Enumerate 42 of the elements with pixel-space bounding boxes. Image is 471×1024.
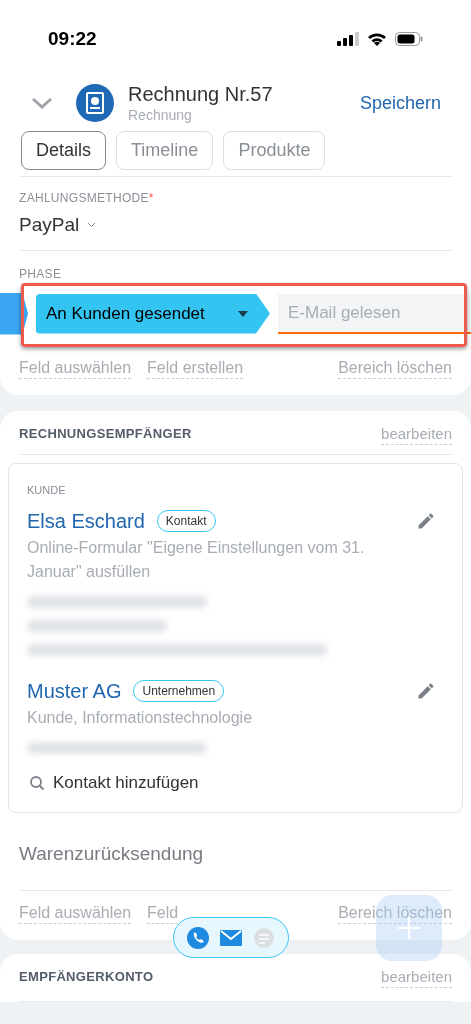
phone-icon[interactable] xyxy=(187,926,210,949)
record-title: Rechnung Nr.57 xyxy=(128,81,273,107)
search-icon xyxy=(29,774,45,791)
pencil-icon[interactable] xyxy=(416,681,436,701)
phase-stage[interactable]: E-Mail gelesen xyxy=(278,293,471,334)
action-link[interactable]: Bereich löschen xyxy=(338,357,452,379)
field-label: ZAHLUNGSMETHODE* xyxy=(19,190,154,207)
action-link[interactable]: Feld auswählen xyxy=(19,902,132,924)
action-link[interactable]: Feld erstellen xyxy=(147,357,244,379)
client-description: Kunde, Informationstechnologie xyxy=(27,708,254,728)
mail-icon[interactable] xyxy=(220,929,242,946)
client-description: Online-Formular "Eigene Einstellungen vom 31. Januar" ausfüllen xyxy=(27,538,366,582)
save-button[interactable]: Speichern xyxy=(359,89,441,117)
tab[interactable]: Details xyxy=(21,131,107,170)
chevron-down-icon[interactable] xyxy=(30,96,54,110)
add-contact-link[interactable]: Kontakt hinzufügen xyxy=(53,770,199,796)
tab[interactable]: Produkte xyxy=(223,131,326,170)
edit-link[interactable]: bearbeiten xyxy=(381,966,452,988)
wifi-icon xyxy=(367,32,387,46)
action-link[interactable]: Bereich löschen xyxy=(338,902,452,924)
section-title: Warenzurücksendung xyxy=(19,841,204,866)
caret-icon xyxy=(238,310,248,317)
field-label: KUNDE xyxy=(27,482,67,498)
section-title: RECHNUNGSEMPFÄNGER xyxy=(19,425,192,444)
payment-select[interactable]: PayPal xyxy=(19,211,452,240)
previous-stage-marker xyxy=(0,292,28,335)
battery-icon xyxy=(395,32,423,46)
section-title: EMPFÄNGERKONTO xyxy=(19,968,154,987)
edit-link[interactable]: bearbeiten xyxy=(381,423,452,445)
phase-stage[interactable]: An Kunden gesendet xyxy=(36,293,270,334)
field-label: PHASE xyxy=(19,266,62,281)
action-link[interactable]: Feld xyxy=(147,902,179,924)
record-type: Rechnung xyxy=(128,106,193,125)
invoice-icon xyxy=(76,84,114,122)
signal-icon xyxy=(337,32,359,46)
tab[interactable]: Timeline xyxy=(116,131,214,170)
client-name[interactable]: Elsa Eschard xyxy=(27,506,145,536)
status-time: 09:22 xyxy=(48,26,97,51)
action-link[interactable]: Feld auswählen xyxy=(19,357,132,379)
chevron-down-icon xyxy=(87,222,97,229)
client-name[interactable]: Muster AG xyxy=(27,676,122,706)
pencil-icon[interactable] xyxy=(416,511,436,531)
